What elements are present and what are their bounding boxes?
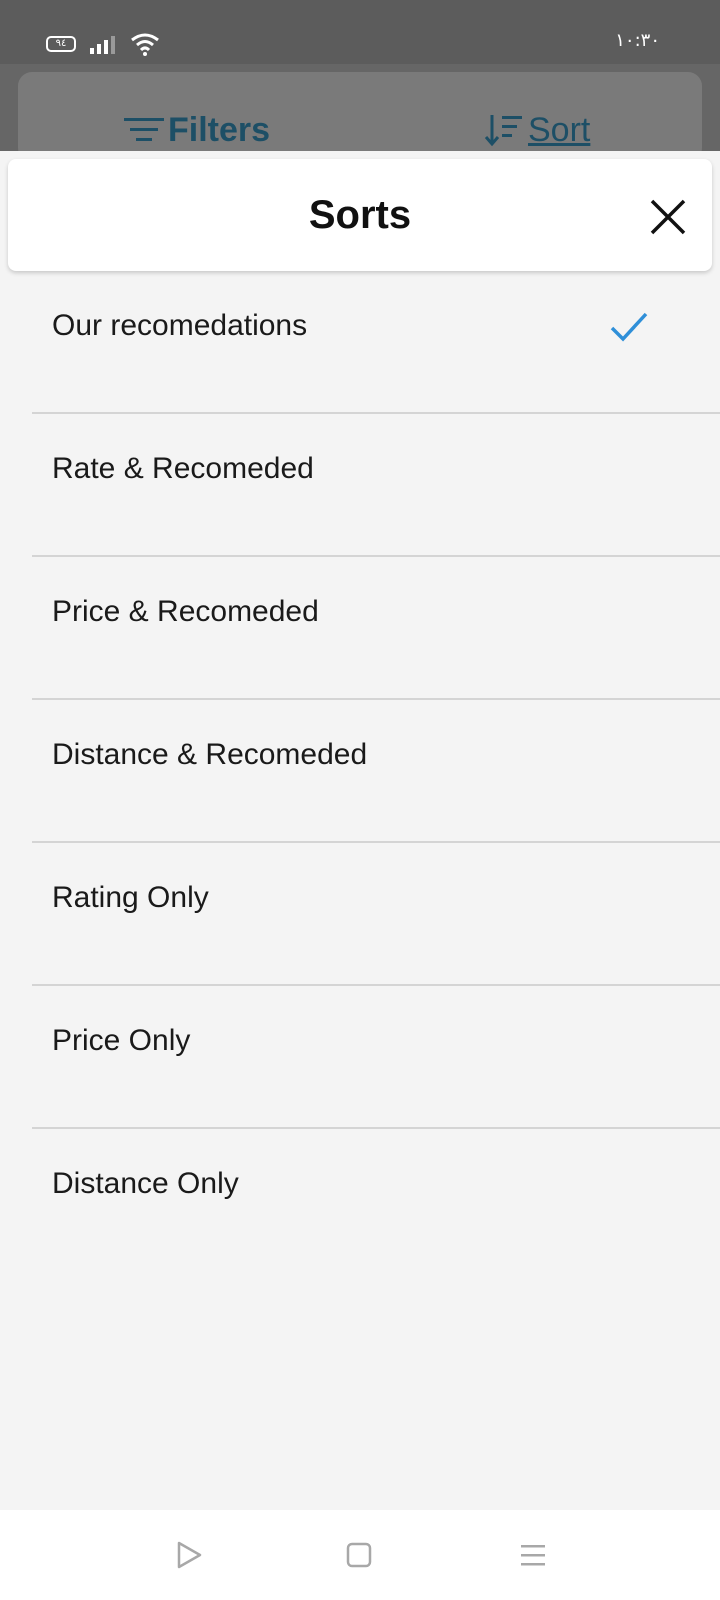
sort-option-label: Price & Recomeded bbox=[52, 595, 319, 628]
sort-option-rating-only[interactable]: Rating Only bbox=[0, 843, 720, 986]
home-square-icon[interactable] bbox=[344, 1540, 374, 1570]
back-triangle-icon[interactable] bbox=[174, 1540, 204, 1570]
checkmark-icon bbox=[610, 312, 648, 342]
sort-option-label: Rating Only bbox=[52, 881, 209, 914]
sort-option-price-only[interactable]: Price Only bbox=[0, 986, 720, 1129]
navigation-bar bbox=[0, 1510, 720, 1600]
status-bar: ٩٤ ١٠:٣٠ bbox=[0, 0, 720, 64]
sort-option-price-recommended[interactable]: Price & Recomeded bbox=[0, 557, 720, 700]
wifi-icon bbox=[131, 33, 159, 56]
toolbar-card bbox=[18, 72, 702, 162]
sort-option-our-recommendations[interactable]: Our recomedations bbox=[0, 271, 720, 414]
sort-option-label: Distance & Recomeded bbox=[52, 738, 368, 771]
sort-sheet: Sorts Our recomedations Rate & Recomeded… bbox=[0, 151, 720, 1510]
signal-icon bbox=[90, 36, 115, 54]
battery-icon: ٩٤ bbox=[46, 36, 76, 52]
clock: ١٠:٣٠ bbox=[615, 30, 660, 51]
menu-lines-icon[interactable] bbox=[518, 1540, 548, 1570]
filters-label: Filters bbox=[168, 110, 271, 149]
sheet-header: Sorts bbox=[8, 159, 712, 271]
battery-level: ٩٤ bbox=[55, 38, 67, 49]
sort-option-rate-recommended[interactable]: Rate & Recomeded bbox=[0, 414, 720, 557]
sheet-title: Sorts bbox=[308, 193, 412, 237]
sort-button[interactable]: Sort bbox=[484, 108, 590, 152]
close-icon[interactable] bbox=[646, 195, 690, 239]
sort-option-label: Distance Only bbox=[52, 1167, 239, 1200]
sort-option-distance-only[interactable]: Distance Only bbox=[0, 1129, 720, 1272]
filter-lines-icon bbox=[124, 118, 164, 141]
sort-option-list: Our recomedations Rate & Recomeded Price… bbox=[0, 271, 720, 1272]
sort-option-label: Rate & Recomeded bbox=[52, 452, 314, 485]
filters-button[interactable]: Filters bbox=[124, 108, 270, 152]
sort-descending-icon bbox=[484, 115, 522, 147]
sort-label: Sort bbox=[528, 110, 591, 149]
sort-option-label: Price Only bbox=[52, 1024, 191, 1057]
sort-option-distance-recommended[interactable]: Distance & Recomeded bbox=[0, 700, 720, 843]
sort-option-label: Our recomedations bbox=[52, 309, 308, 342]
